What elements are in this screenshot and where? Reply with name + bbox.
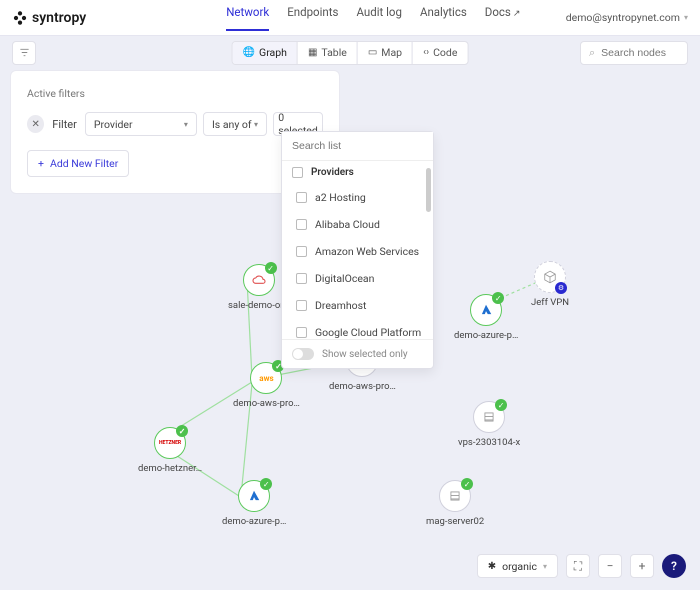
layout-icon: ✱ bbox=[488, 561, 496, 572]
layout-select[interactable]: ✱ organic ▾ bbox=[477, 554, 558, 578]
checkbox[interactable] bbox=[296, 192, 307, 203]
checkbox[interactable] bbox=[296, 300, 307, 311]
check-badge-icon: ✓ bbox=[461, 478, 473, 490]
node-circle: ⚙ bbox=[534, 261, 566, 293]
toolbar: 🌐Graph ▦Table ▭Map ‹›Code ⌕ bbox=[0, 36, 700, 69]
top-bar: syntropy Network Endpoints Audit log Ana… bbox=[0, 0, 700, 36]
node-circle: ✓ bbox=[439, 480, 471, 512]
scrollbar[interactable] bbox=[426, 168, 431, 212]
filter-label: Filter bbox=[52, 118, 77, 131]
filter-toggle-button[interactable] bbox=[12, 41, 36, 65]
node-circle: HETZNER✓ bbox=[154, 427, 186, 459]
bottom-controls: ✱ organic ▾ ⛶ − + ? bbox=[477, 554, 686, 578]
nav-network[interactable]: Network bbox=[226, 5, 269, 31]
brand-logo: syntropy bbox=[12, 10, 86, 26]
checkbox[interactable] bbox=[296, 219, 307, 230]
dropdown-list[interactable]: Providers a2 Hosting Alibaba Cloud Amazo… bbox=[282, 161, 433, 339]
chevron-down-icon: ▾ bbox=[184, 120, 188, 129]
add-filter-button[interactable]: + Add New Filter bbox=[27, 150, 129, 177]
filter-operator-select[interactable]: Is any of▾ bbox=[203, 112, 267, 136]
fullscreen-icon: ⛶ bbox=[574, 559, 582, 574]
dropdown-item[interactable]: Dreamhost bbox=[282, 292, 433, 319]
tab-map[interactable]: ▭Map bbox=[358, 42, 413, 64]
gear-icon: ⚙ bbox=[555, 282, 567, 294]
search-icon: ⌕ bbox=[589, 46, 595, 60]
nav-audit-log[interactable]: Audit log bbox=[356, 5, 402, 31]
checkbox[interactable] bbox=[296, 273, 307, 284]
nav-docs[interactable]: Docs↗ bbox=[485, 5, 521, 31]
checkbox[interactable] bbox=[292, 167, 303, 178]
node-circle: aws✓ bbox=[250, 362, 282, 394]
chevron-down-icon: ▾ bbox=[543, 562, 547, 571]
filter-field-select[interactable]: Provider▾ bbox=[85, 112, 197, 136]
node-circle: ✓ bbox=[243, 264, 275, 296]
node-azure-2[interactable]: ✓ demo-azure-p… bbox=[454, 294, 518, 341]
provider-dropdown: Providers a2 Hosting Alibaba Cloud Amazo… bbox=[281, 131, 434, 369]
remove-filter-button[interactable]: ✕ bbox=[27, 115, 44, 133]
zoom-in-button[interactable]: + bbox=[630, 554, 654, 578]
dropdown-group-header: Providers bbox=[282, 161, 433, 184]
fit-view-button[interactable]: ⛶ bbox=[566, 554, 590, 578]
show-selected-toggle[interactable] bbox=[292, 348, 314, 360]
node-jeff-vpn[interactable]: ⚙ Jeff VPN bbox=[531, 261, 569, 308]
check-badge-icon: ✓ bbox=[260, 478, 272, 490]
tab-code[interactable]: ‹›Code bbox=[413, 42, 467, 64]
filter-icon bbox=[19, 47, 30, 58]
dropdown-item[interactable]: a2 Hosting bbox=[282, 184, 433, 211]
main-nav: Network Endpoints Audit log Analytics Do… bbox=[226, 5, 520, 31]
check-badge-icon: ✓ bbox=[176, 425, 188, 437]
chevron-down-icon: ▾ bbox=[254, 120, 258, 129]
chevron-down-icon: ▾ bbox=[684, 13, 688, 22]
node-hetzner[interactable]: HETZNER✓ demo-hetzner… bbox=[138, 427, 202, 474]
filter-panel-title: Active filters bbox=[27, 87, 323, 100]
search-box[interactable]: ⌕ bbox=[580, 41, 688, 65]
tab-table[interactable]: ▦Table bbox=[298, 42, 358, 64]
node-circle: ✓ bbox=[470, 294, 502, 326]
dropdown-search-input[interactable] bbox=[282, 132, 433, 160]
external-link-icon: ↗ bbox=[513, 9, 521, 19]
dropdown-item[interactable]: DigitalOcean bbox=[282, 265, 433, 292]
map-icon: ▭ bbox=[368, 47, 377, 58]
brand-text: syntropy bbox=[32, 10, 86, 26]
checkbox[interactable] bbox=[296, 246, 307, 257]
nav-analytics[interactable]: Analytics bbox=[420, 5, 467, 31]
code-icon: ‹› bbox=[423, 47, 429, 58]
check-badge-icon: ✓ bbox=[265, 262, 277, 274]
nav-endpoints[interactable]: Endpoints bbox=[287, 5, 338, 31]
check-badge-icon: ✓ bbox=[495, 399, 507, 411]
checkbox[interactable] bbox=[296, 327, 307, 338]
tab-graph[interactable]: 🌐Graph bbox=[233, 42, 298, 64]
cube-icon bbox=[543, 270, 557, 284]
syntropy-logo-icon bbox=[12, 10, 28, 26]
dropdown-footer: Show selected only bbox=[282, 339, 433, 368]
node-vps[interactable]: ✓ vps-2303104-x bbox=[458, 401, 520, 448]
dropdown-item[interactable]: Alibaba Cloud bbox=[282, 211, 433, 238]
view-tabs: 🌐Graph ▦Table ▭Map ‹›Code bbox=[232, 41, 469, 65]
table-icon: ▦ bbox=[308, 47, 317, 58]
plus-icon: + bbox=[38, 157, 44, 170]
node-mag[interactable]: ✓ mag-server02 bbox=[426, 480, 484, 527]
search-input[interactable] bbox=[601, 47, 700, 59]
filter-row: ✕ Filter Provider▾ Is any of▾ 0 selected bbox=[27, 112, 323, 136]
node-azure-1[interactable]: ✓ demo-azure-p… bbox=[222, 480, 286, 527]
node-circle: ✓ bbox=[473, 401, 505, 433]
help-button[interactable]: ? bbox=[662, 554, 686, 578]
zoom-out-button[interactable]: − bbox=[598, 554, 622, 578]
dropdown-item[interactable]: Google Cloud Platform bbox=[282, 319, 433, 339]
user-menu[interactable]: demo@syntropynet.com ▾ bbox=[566, 11, 688, 24]
user-email: demo@syntropynet.com bbox=[566, 11, 680, 24]
dropdown-search bbox=[282, 132, 433, 161]
node-circle: ✓ bbox=[238, 480, 270, 512]
check-badge-icon: ✓ bbox=[492, 292, 504, 304]
dropdown-item[interactable]: Amazon Web Services bbox=[282, 238, 433, 265]
node-aws-2[interactable]: aws✓ demo-aws-pro… bbox=[233, 362, 300, 409]
globe-icon: 🌐 bbox=[243, 47, 255, 58]
